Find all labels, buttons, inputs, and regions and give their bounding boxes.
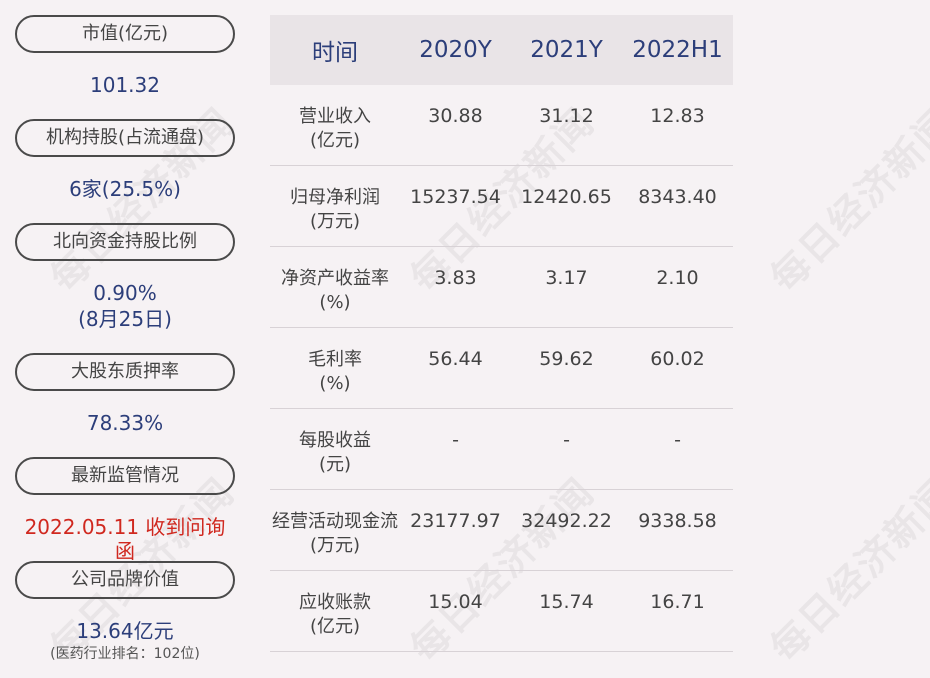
row-label-name: 营业收入: [299, 106, 371, 127]
header-time: 时间: [312, 40, 358, 66]
row-label: 归母净利润 (万元): [270, 186, 400, 234]
row-label-unit: (%): [319, 373, 351, 394]
row-label-unit: (%): [319, 292, 351, 313]
market-cap-value: 101.32: [90, 73, 160, 97]
market-cap-label: 市值(亿元): [15, 15, 235, 53]
row-label-name: 净资产收益率: [281, 268, 389, 289]
financial-table: 时间 2020Y 2021Y 2022H1 营业收入 (亿元) 30.88 31…: [270, 15, 733, 652]
row-label-unit: (亿元): [309, 616, 361, 637]
table-cell: 15.04: [428, 591, 483, 613]
row-label-name: 毛利率: [308, 349, 362, 370]
header-2021y: 2021Y: [530, 37, 603, 63]
table-row: 应收账款 (亿元) 15.04 15.74 16.71: [270, 571, 733, 652]
header-2022h1: 2022H1: [632, 37, 723, 63]
table-cell: -: [563, 429, 570, 451]
northbound-holding-date: (8月25日): [78, 307, 172, 331]
row-label-name: 每股收益: [299, 430, 371, 451]
table-cell: 12.83: [650, 105, 705, 127]
table-cell: 16.71: [650, 591, 705, 613]
pledge-ratio-label: 大股东质押率: [15, 353, 235, 391]
table-row: 经营活动现金流 (万元) 23177.97 32492.22 9338.58: [270, 490, 733, 571]
brand-value-value: 13.64亿元: [76, 619, 174, 643]
table-row: 每股收益 (元) - - -: [270, 409, 733, 490]
table-cell: 12420.65: [521, 186, 612, 208]
table-cell: 32492.22: [521, 510, 612, 532]
table-cell: -: [452, 429, 459, 451]
table-cell: 2.10: [656, 267, 699, 289]
table-cell: 9338.58: [638, 510, 717, 532]
row-label-unit: (元): [318, 454, 352, 475]
header-2020y: 2020Y: [419, 37, 492, 63]
table-cell: 15.74: [539, 591, 594, 613]
table-row: 营业收入 (亿元) 30.88 31.12 12.83: [270, 85, 733, 166]
institutional-holding-label: 机构持股(占流通盘): [15, 119, 235, 157]
regulatory-status-label: 最新监管情况: [15, 457, 235, 495]
row-label-name: 归母净利润: [290, 187, 380, 208]
watermark-text: 每日经济新闻: [762, 99, 930, 301]
table-cell: 3.83: [434, 267, 477, 289]
row-label-name: 应收账款: [299, 592, 371, 613]
watermark-text: 每日经济新闻: [762, 469, 930, 671]
table-cell: -: [674, 429, 681, 451]
table-cell: 8343.40: [638, 186, 717, 208]
table-header: 时间 2020Y 2021Y 2022H1: [270, 15, 733, 85]
brand-value-rank: (医药行业排名：102位): [50, 646, 200, 662]
row-label: 每股收益 (元): [270, 429, 400, 477]
regulatory-status-value: 2022.05.11 收到问询函: [24, 515, 226, 563]
table-cell: 59.62: [539, 348, 594, 370]
table-cell: 23177.97: [410, 510, 501, 532]
table-row: 毛利率 (%) 56.44 59.62 60.02: [270, 328, 733, 409]
institutional-holding-value: 6家(25.5%): [69, 177, 181, 201]
table-cell: 56.44: [428, 348, 483, 370]
row-label: 应收账款 (亿元): [270, 591, 400, 639]
brand-value-label: 公司品牌价值: [15, 561, 235, 599]
table-cell: 30.88: [428, 105, 483, 127]
row-label-unit: (万元): [309, 535, 361, 556]
table-cell: 15237.54: [410, 186, 501, 208]
row-label-name: 经营活动现金流: [272, 511, 398, 532]
row-label: 毛利率 (%): [270, 348, 400, 396]
table-cell: 3.17: [545, 267, 588, 289]
table-cell: 31.12: [539, 105, 594, 127]
table-row: 归母净利润 (万元) 15237.54 12420.65 8343.40: [270, 166, 733, 247]
row-label-unit: (亿元): [309, 130, 361, 151]
pledge-ratio-value: 78.33%: [86, 411, 164, 435]
row-label-unit: (万元): [309, 211, 361, 232]
table-cell: 60.02: [650, 348, 705, 370]
row-label: 经营活动现金流 (万元): [270, 510, 400, 558]
northbound-holding-value: 0.90%: [93, 281, 157, 305]
table-row: 净资产收益率 (%) 3.83 3.17 2.10: [270, 247, 733, 328]
row-label: 净资产收益率 (%): [270, 267, 400, 315]
northbound-holding-label: 北向资金持股比例: [15, 223, 235, 261]
row-label: 营业收入 (亿元): [270, 105, 400, 153]
